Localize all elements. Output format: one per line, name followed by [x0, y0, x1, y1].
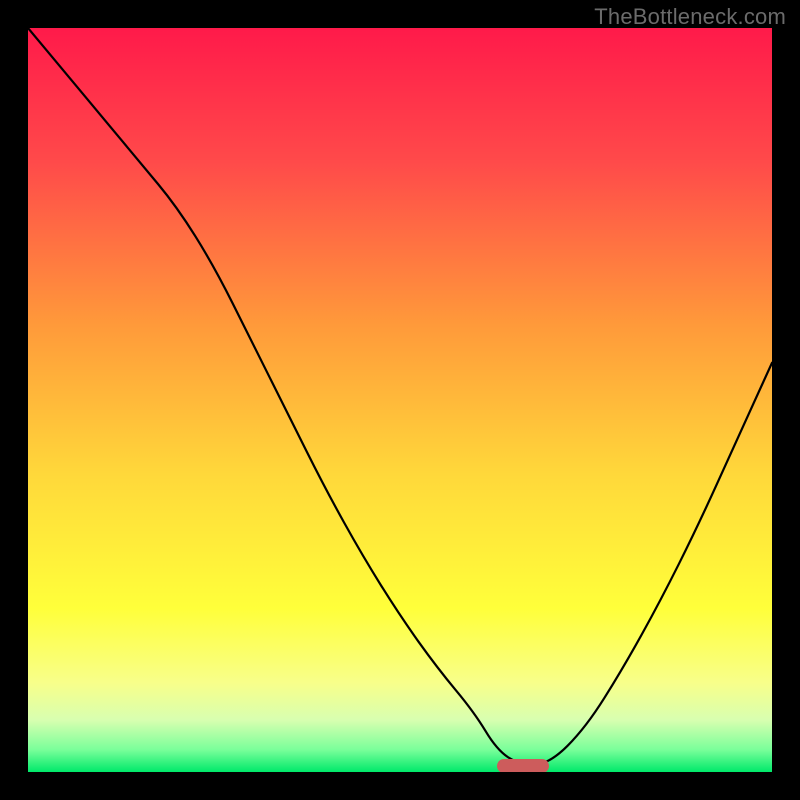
watermark-text: TheBottleneck.com	[594, 4, 786, 30]
chart-curve	[28, 28, 772, 772]
optimal-range-marker	[497, 759, 549, 772]
chart-area	[28, 28, 772, 772]
